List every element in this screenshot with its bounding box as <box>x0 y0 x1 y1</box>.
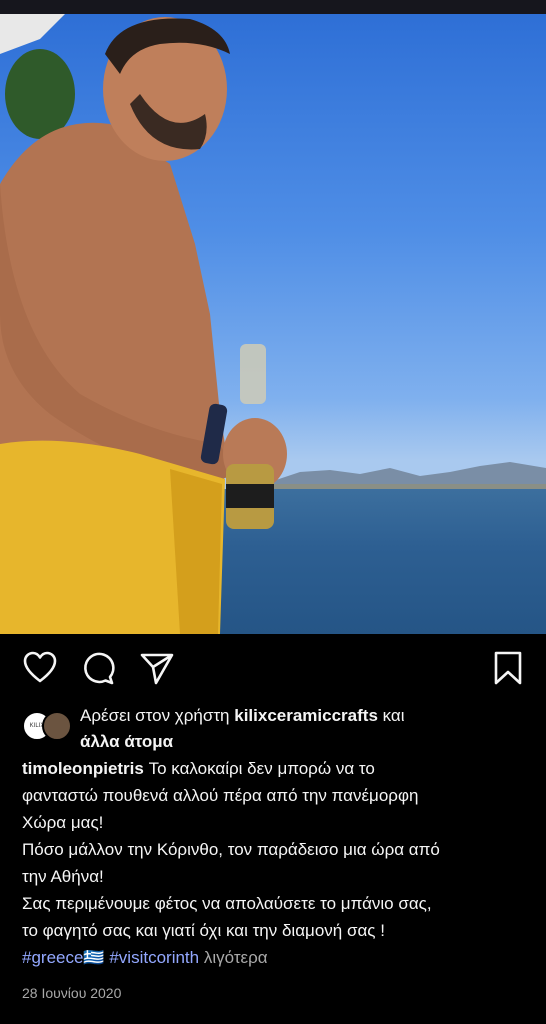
likes-prefix: Αρέσει στον χρήστη <box>80 706 230 725</box>
hashtag-visitcorinth[interactable]: #visitcorinth <box>109 948 199 967</box>
liker-avatars: KILIX <box>22 711 72 741</box>
likes-middle: και <box>382 706 405 725</box>
caption-line: την Αθήνα! <box>22 867 104 886</box>
comment-icon[interactable] <box>80 650 116 686</box>
caption-line: το φαγητό σας και γιατί όχι και την διαμ… <box>22 921 385 940</box>
heart-icon[interactable] <box>22 650 58 686</box>
caption-line: φανταστώ πουθενά αλλού πέρα από την πανέ… <box>22 786 419 805</box>
caption-line: Σας περιμένουμε φέτος να απολαύσετε το μ… <box>22 894 432 913</box>
caption-username[interactable]: timoleonpietris <box>22 759 144 778</box>
post-photo[interactable] <box>0 14 546 634</box>
status-bar <box>0 0 546 14</box>
caption-line: Το καλοκαίρι δεν μπορώ να το <box>148 759 375 778</box>
avatar <box>42 711 72 741</box>
post-date: 28 Ιουνίου 2020 <box>22 985 122 1001</box>
bookmark-icon[interactable] <box>490 650 526 686</box>
caption-line: Πόσο μάλλον την Κόρινθο, τον παράδεισο μ… <box>22 840 440 859</box>
caption-line: Χώρα μας! <box>22 813 104 832</box>
liker-username[interactable]: kilixceramiccrafts <box>234 706 378 725</box>
likes-text: Αρέσει στον χρήστη kilixceramiccrafts κα… <box>80 703 530 755</box>
others-link[interactable]: άλλα άτομα <box>80 732 173 751</box>
post-caption: timoleonpietris Το καλοκαίρι δεν μπορώ ν… <box>22 755 532 971</box>
person-figure <box>0 14 287 634</box>
hashtag-greece[interactable]: #greece🇬🇷 <box>22 948 105 967</box>
post-action-bar <box>0 634 546 704</box>
less-link[interactable]: λιγότερα <box>204 948 268 967</box>
send-icon[interactable] <box>139 650 175 686</box>
